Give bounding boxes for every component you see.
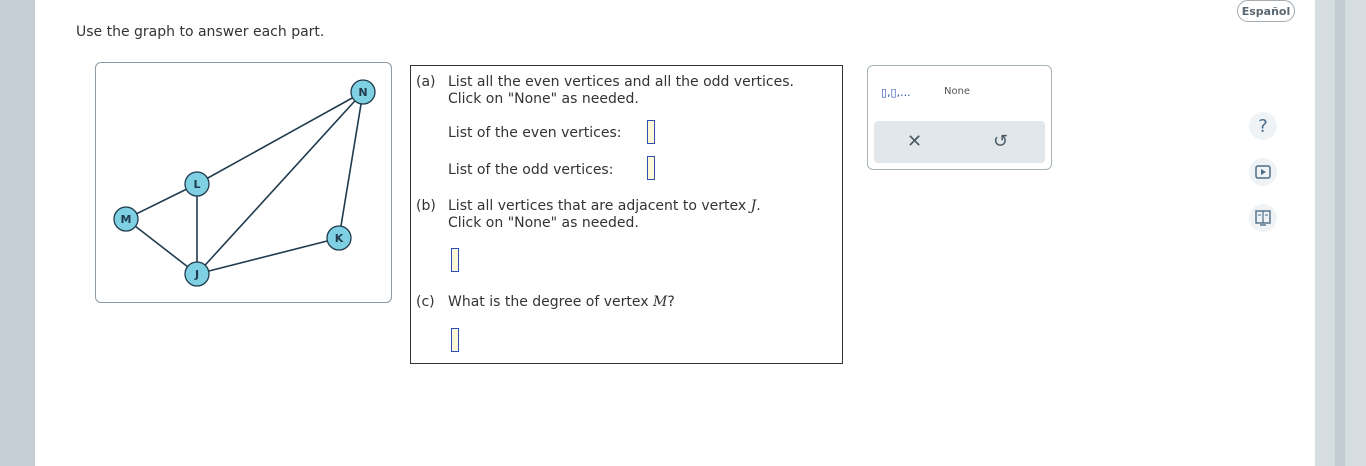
- close-icon[interactable]: ✕: [907, 131, 922, 152]
- edge-M-J: [125, 218, 198, 275]
- part-b-hint: Click on "None" as needed.: [448, 215, 639, 231]
- language-button[interactable]: Español: [1237, 0, 1295, 22]
- odd-vertices-input[interactable]: [647, 156, 655, 180]
- part-c-prompt-text: What is the degree of vertex: [448, 294, 653, 310]
- degree-input[interactable]: [451, 328, 459, 352]
- textbook-icon[interactable]: [1249, 204, 1277, 232]
- vertex-N: N: [350, 79, 376, 105]
- even-vertices-label: List of the even vertices:: [448, 125, 622, 141]
- graph-svg: N L M K J: [113, 79, 376, 287]
- vertex-L: L: [184, 171, 210, 197]
- vertex-label-M: M: [121, 213, 132, 226]
- part-a-tag: (a): [416, 74, 436, 90]
- vertex-m-variable: M: [653, 294, 668, 310]
- instructions-text: Use the graph to answer each part.: [76, 24, 325, 40]
- edge-L-N: [196, 91, 364, 185]
- part-a-hint: Click on "None" as needed.: [448, 91, 639, 107]
- graph-figure: N L M K J: [95, 62, 392, 303]
- part-b-tag: (b): [416, 198, 436, 214]
- vertex-label-K: K: [335, 232, 344, 245]
- even-vertices-input[interactable]: [647, 120, 655, 144]
- odd-row: List of the odd vertices:: [448, 162, 613, 178]
- part-c-tag: (c): [416, 294, 435, 310]
- vertex-M: M: [113, 206, 139, 232]
- part-b-prompt: List all vertices that are adjacent to v…: [448, 198, 828, 215]
- undo-icon[interactable]: ↺: [993, 131, 1008, 152]
- adjacent-vertices-input[interactable]: [451, 248, 459, 272]
- question-panel: (a) List all the even vertices and all t…: [410, 65, 843, 364]
- part-b-prompt-end: .: [756, 198, 761, 214]
- even-row: List of the even vertices:: [448, 125, 621, 141]
- vertex-K: K: [326, 225, 352, 251]
- vertex-label-J: J: [194, 268, 199, 281]
- video-icon[interactable]: [1249, 158, 1277, 186]
- edge-J-K: [196, 237, 340, 275]
- part-c-prompt-end: ?: [667, 294, 675, 310]
- list-template-button[interactable]: ▯,▯,...: [881, 86, 911, 99]
- part-c-prompt: What is the degree of vertex M?: [448, 294, 828, 311]
- vertex-label-N: N: [358, 86, 367, 99]
- vertex-label-L: L: [193, 178, 200, 191]
- math-palette: ▯,▯,... None ✕ ↺: [867, 65, 1052, 170]
- scrollbar[interactable]: [1335, 0, 1345, 466]
- none-button[interactable]: None: [944, 86, 970, 97]
- palette-tray: ✕ ↺: [874, 121, 1045, 163]
- odd-vertices-label: List of the odd vertices:: [448, 162, 614, 178]
- right-scroll-strip: [1315, 0, 1366, 466]
- part-a-prompt: List all the even vertices and all the o…: [448, 74, 794, 90]
- part-b-prompt-text: List all vertices that are adjacent to v…: [448, 198, 751, 214]
- help-icon[interactable]: ?: [1249, 112, 1277, 140]
- vertex-J: J: [184, 261, 210, 287]
